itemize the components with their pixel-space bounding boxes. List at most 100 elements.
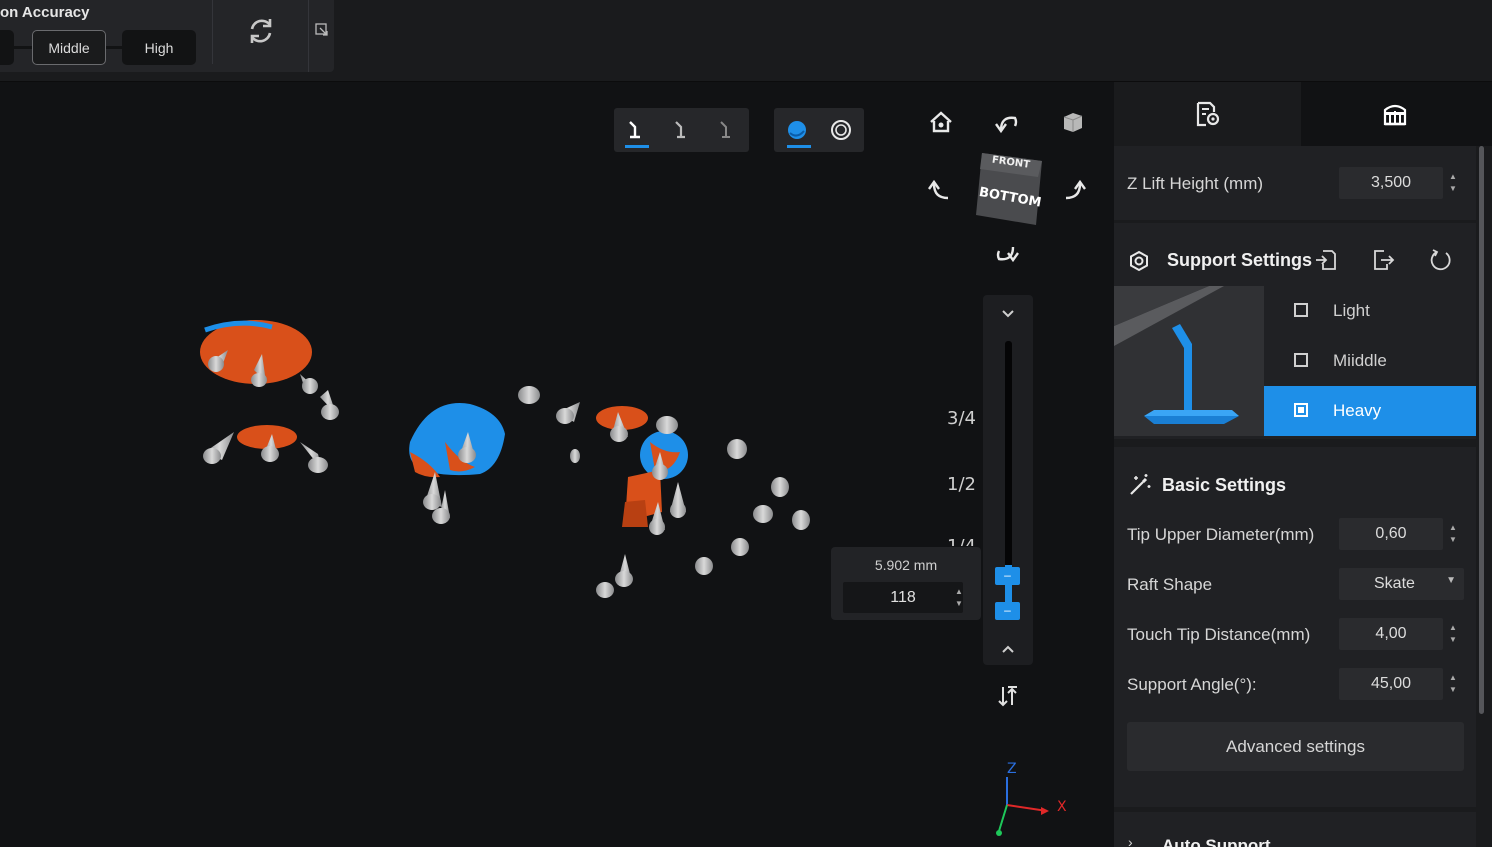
z-lift-input[interactable]: 3,500: [1339, 167, 1443, 199]
z-lift-stepper[interactable]: ▲ ▼: [1442, 167, 1464, 199]
support-settings-section: Support Settings Light Miiddle Heavy: [1114, 223, 1476, 439]
touch-tip-distance-input[interactable]: 4,00: [1339, 618, 1443, 650]
support-structure-icon: [1383, 104, 1407, 126]
home-view-button[interactable]: [926, 107, 956, 137]
refresh-icon[interactable]: [244, 14, 278, 48]
basic-settings-title: Basic Settings: [1162, 475, 1287, 495]
support-preview-image: [1114, 286, 1264, 436]
touch-tip-distance-stepper[interactable]: ▲ ▼: [1442, 618, 1464, 650]
slider-down-button[interactable]: [996, 638, 1020, 662]
layer-slider: – –: [983, 295, 1033, 665]
divider: [308, 0, 309, 72]
accuracy-low-button[interactable]: [0, 30, 14, 65]
support-angle-stepper[interactable]: ▲ ▼: [1442, 668, 1464, 700]
axis-z-label: Z: [1007, 761, 1017, 777]
advanced-settings-button[interactable]: Advanced settings: [1127, 722, 1464, 771]
accuracy-panel: on Accuracy Middle High: [0, 0, 334, 72]
accuracy-connector: [106, 46, 122, 49]
support-settings-title: Support Settings: [1167, 250, 1312, 270]
layer-readout: 5.902 mm 118 ▲ ▼: [831, 547, 981, 620]
support-icon: [629, 121, 640, 139]
auto-support-section[interactable]: › Auto Support: [1114, 812, 1476, 847]
slider-tick-label: 1/2: [947, 474, 976, 495]
accuracy-high-button[interactable]: High: [122, 30, 196, 65]
panel-scrollbar[interactable]: [1479, 146, 1484, 714]
rotate-arrow-icon: [1065, 179, 1086, 200]
option-label: Miiddle: [1333, 351, 1387, 370]
rotate-arrow-icon: [928, 179, 949, 200]
slider-track[interactable]: [1005, 341, 1012, 577]
option-label: Light: [1333, 301, 1370, 320]
raft-shape-label: Raft Shape: [1127, 575, 1213, 594]
file-settings-icon: [1196, 101, 1220, 127]
accuracy-middle-button[interactable]: Middle: [32, 30, 106, 65]
support-icon: [675, 121, 685, 139]
support-angle-label: Support Angle(°):: [1127, 675, 1257, 694]
chevron-right-icon: ›: [1128, 834, 1133, 847]
option-label: Heavy: [1333, 401, 1382, 420]
expand-icon[interactable]: [314, 22, 330, 38]
axis-x-label: X: [1057, 799, 1067, 815]
support-option-light[interactable]: Light: [1264, 286, 1476, 336]
tip-upper-diameter-label: Tip Upper Diameter(mm): [1127, 525, 1315, 544]
sphere-icon: [788, 121, 806, 139]
checkbox[interactable]: [1294, 353, 1308, 367]
model-part-2: [409, 403, 505, 478]
z-lift-label: Z Lift Height (mm): [1127, 174, 1264, 193]
reset-icon[interactable]: [1429, 248, 1453, 272]
chevron-down-icon: [1002, 310, 1014, 318]
support-mode-3-button[interactable]: [711, 115, 741, 145]
magic-wand-icon: [1130, 474, 1151, 495]
hexagon-settings-icon: [1130, 250, 1148, 272]
support-cones: [203, 350, 810, 598]
checkbox-checked[interactable]: [1294, 403, 1308, 417]
accuracy-title: on Accuracy: [0, 4, 90, 21]
rotate-right-button[interactable]: [1058, 175, 1088, 205]
iso-view-button[interactable]: [1058, 107, 1088, 137]
import-icon[interactable]: [1314, 248, 1338, 272]
slider-tick-label: 3/4: [947, 408, 976, 429]
layer-index-stepper[interactable]: ▲ ▼: [949, 582, 969, 613]
support-option-heavy[interactable]: Heavy: [1264, 386, 1476, 436]
divider: [212, 0, 213, 64]
layer-height-text: 5.902 mm: [874, 557, 938, 573]
chevron-up-icon: [1002, 645, 1014, 653]
touch-tip-distance-label: Touch Tip Distance(mm): [1127, 625, 1311, 644]
rotate-up-button[interactable]: [992, 107, 1022, 137]
sort-arrows-icon: [998, 686, 1017, 707]
rotate-left-button[interactable]: [926, 175, 956, 205]
slider-up-button[interactable]: [996, 301, 1020, 325]
layer-index-input[interactable]: 118: [843, 582, 963, 613]
dropdown-arrow-icon: ▼: [1446, 575, 1456, 586]
home-icon: [930, 111, 952, 133]
support-mode-1-button[interactable]: [620, 115, 650, 148]
checkbox[interactable]: [1294, 303, 1308, 317]
z-lift-section: Z Lift Height (mm) 3,500 ▲ ▼: [1114, 146, 1476, 220]
basic-settings-section: Basic Settings Tip Upper Diameter(mm) 0,…: [1114, 447, 1476, 807]
support-option-middle[interactable]: Miiddle: [1264, 336, 1476, 386]
xray-sphere-icon: [831, 120, 851, 140]
active-indicator: [625, 145, 649, 148]
auto-support-title: Auto Support: [1162, 836, 1271, 847]
tab-support-settings[interactable]: [1301, 82, 1492, 146]
tab-slice-settings[interactable]: [1114, 82, 1301, 146]
active-indicator: [787, 145, 811, 148]
settings-panel: Z Lift Height (mm) 3,500 ▲ ▼ Support Sett…: [1114, 82, 1492, 847]
xray-shading-button[interactable]: [826, 115, 856, 145]
slider-bottom-handle[interactable]: –: [995, 602, 1020, 620]
support-view-toolbar: [614, 108, 749, 152]
slider-top-handle[interactable]: –: [995, 567, 1020, 585]
raft-shape-select[interactable]: Skate ▼: [1339, 568, 1464, 600]
rotate-arrow-icon: [996, 246, 1019, 263]
view-cube[interactable]: FRONT BOTTOM: [972, 143, 1044, 227]
layer-sort-button[interactable]: [995, 683, 1021, 709]
tip-upper-diameter-input[interactable]: 0,60: [1339, 518, 1443, 550]
rotate-arrow-icon: [995, 116, 1018, 134]
slider-tick-label: 1/4: [947, 536, 976, 546]
export-icon[interactable]: [1371, 248, 1395, 272]
tip-upper-diameter-stepper[interactable]: ▲ ▼: [1442, 518, 1464, 550]
support-mode-2-button[interactable]: [666, 115, 696, 145]
support-angle-input[interactable]: 45,00: [1339, 668, 1443, 700]
solid-shading-button[interactable]: [782, 115, 812, 148]
rotate-down-button[interactable]: [992, 240, 1022, 270]
